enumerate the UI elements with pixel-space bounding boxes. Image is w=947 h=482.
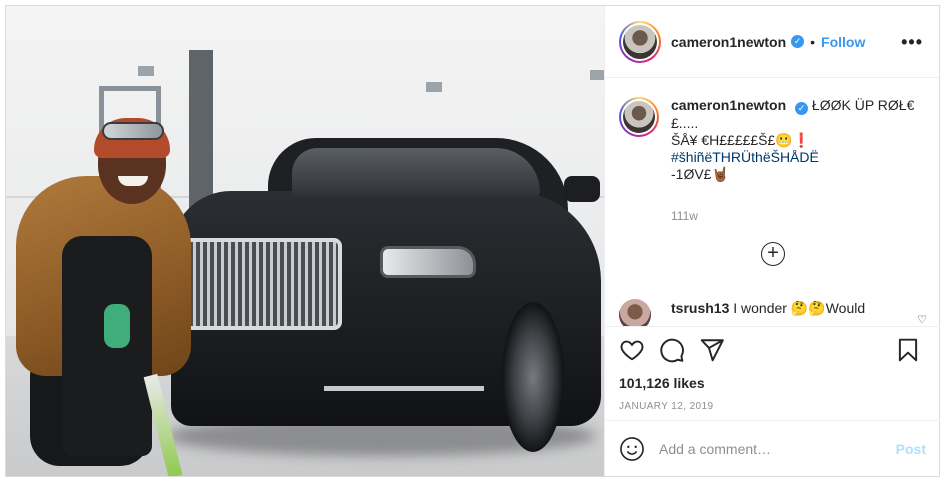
car-wheel [502, 302, 564, 452]
comment-input[interactable] [659, 440, 896, 457]
share-paper-plane-icon[interactable] [699, 337, 725, 363]
ceiling-light [138, 66, 154, 76]
comment-text: tsrush13 I wonder 🤔🤔Would [671, 299, 865, 326]
caption-avatar[interactable] [619, 97, 659, 137]
caption-text: cameron1newton ✓ ŁØØK ÜP RØŁ€ £..... ŠÅ¥… [671, 97, 921, 183]
commenter-avatar[interactable] [619, 299, 651, 326]
caption-row: cameron1newton ✓ ŁØØK ÜP RØŁ€ £..... ŠÅ¥… [619, 97, 921, 183]
verified-badge-icon: ✓ [795, 102, 809, 115]
comment-like-heart-icon[interactable]: ♡ [917, 313, 927, 326]
person-goggles [102, 122, 164, 140]
comment-body: I wonder 🤔🤔Would [733, 300, 866, 316]
author-username[interactable]: cameron1newton [671, 34, 786, 50]
post-date[interactable]: JANUARY 12, 2019 [619, 401, 713, 412]
like-count[interactable]: 101,126 likes [619, 375, 705, 391]
caption-hashtag-link[interactable]: #šhiñëTHRÜthëŠHÅDË [671, 149, 819, 165]
bumper-chrome [324, 386, 484, 391]
caption-line-4: -1ØV£🤘🏾 [671, 166, 729, 182]
caption-age[interactable]: 111w [671, 209, 698, 223]
car-grille [182, 238, 342, 330]
post-comment-button[interactable]: Post [896, 441, 926, 457]
comment-bubble-icon[interactable] [659, 337, 685, 363]
load-more-comments-plus-circle-icon[interactable]: + [761, 242, 785, 266]
caption-line-2: ŠÅ¥ €H£££££Š£😬❗ [671, 132, 811, 148]
post-sidebar: cameron1newton ✓ • Follow ••• cameron1ne… [604, 6, 940, 476]
post-actions: 101,126 likes JANUARY 12, 2019 [605, 326, 940, 426]
author-avatar[interactable] [619, 20, 661, 63]
bookmark-icon[interactable] [895, 337, 921, 363]
comments-section[interactable]: cameron1newton ✓ ŁØØK ÜP RØŁ€ £..... ŠÅ¥… [605, 79, 940, 326]
comment-item: tsrush13 I wonder 🤔🤔Would ♡ [619, 299, 929, 326]
post-card: cameron1newton ✓ • Follow ••• cameron1ne… [5, 5, 940, 477]
spray-nozzle [104, 304, 130, 348]
ceiling-light [426, 82, 442, 92]
add-comment-bar: Post [605, 420, 940, 476]
car-windshield [292, 148, 540, 196]
car-headlight [380, 246, 476, 278]
follow-button[interactable]: Follow [821, 34, 865, 50]
more-options-icon[interactable]: ••• [901, 32, 923, 53]
post-header: cameron1newton ✓ • Follow ••• [605, 6, 939, 78]
action-icons [619, 337, 924, 367]
verified-badge-icon: ✓ [791, 35, 805, 48]
separator-dot: • [810, 33, 816, 50]
car-mirror [564, 176, 600, 202]
ceiling-light [590, 70, 604, 80]
post-photo[interactable] [6, 6, 604, 476]
emoji-icon[interactable] [619, 436, 645, 462]
heart-icon[interactable] [619, 337, 645, 363]
caption-username[interactable]: cameron1newton [671, 97, 786, 113]
commenter-username[interactable]: tsrush13 [671, 300, 729, 316]
